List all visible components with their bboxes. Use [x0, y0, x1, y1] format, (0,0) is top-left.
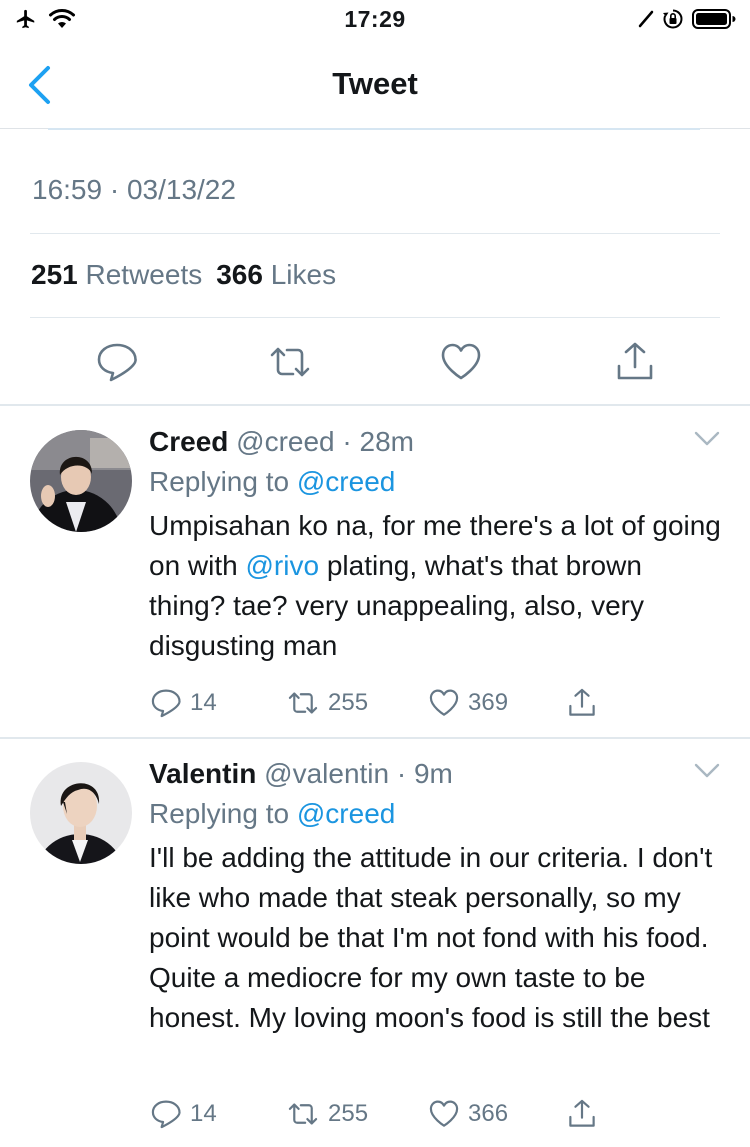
user-handle[interactable]: @creed — [236, 426, 334, 457]
retweet-count: 255 — [328, 1100, 369, 1127]
likes-count: 366 — [216, 259, 263, 290]
divider — [30, 233, 720, 234]
like-icon — [429, 1100, 459, 1127]
replying-prefix: Replying to — [149, 798, 290, 829]
user-handle[interactable]: @valentin — [264, 758, 389, 789]
retweet-button[interactable]: 255 — [286, 1097, 368, 1131]
reply-header: Creed @creed · 28m — [149, 426, 414, 458]
tweet-action-bar — [0, 340, 750, 384]
like-button[interactable]: 366 — [428, 1097, 508, 1131]
mention-link[interactable]: @rivo — [246, 550, 320, 581]
reply-text: Umpisahan ko na, for me there's a lot of… — [149, 506, 724, 666]
share-icon — [569, 1099, 595, 1127]
orientation-lock-icon — [663, 9, 683, 29]
reply-header: Valentin @valentin · 9m — [149, 758, 453, 790]
reply-icon — [151, 1100, 181, 1129]
share-button[interactable] — [566, 686, 598, 720]
battery-icon — [692, 9, 736, 29]
retweet-button[interactable]: 255 — [286, 686, 368, 720]
retweets-stat[interactable]: 251 Retweets — [31, 259, 202, 290]
retweet-icon[interactable] — [268, 340, 312, 384]
reply-button[interactable]: 14 — [150, 686, 217, 720]
reply-time: · 28m — [342, 426, 414, 457]
retweet-icon — [288, 692, 318, 714]
reply-count: 14 — [190, 1100, 217, 1127]
status-bar: 17:29 — [0, 0, 750, 40]
reply-time: · 9m — [396, 758, 453, 789]
retweet-count: 255 — [328, 689, 369, 716]
like-count: 369 — [468, 689, 509, 716]
reply-tweet[interactable]: Creed @creed · 28m Replying to @creed Um… — [0, 426, 750, 726]
display-name[interactable]: Valentin — [149, 758, 256, 789]
reply-icon[interactable] — [95, 340, 139, 384]
display-name[interactable]: Creed — [149, 426, 228, 457]
section-divider — [0, 404, 750, 406]
chevron-down-icon[interactable] — [694, 430, 720, 448]
likes-label: Likes — [270, 259, 337, 290]
reply-text-part: I'll be adding the attitude in our crite… — [149, 842, 713, 1033]
share-button[interactable] — [566, 1097, 598, 1131]
reply-button[interactable]: 14 — [150, 1097, 217, 1131]
likes-stat[interactable]: 366 Likes — [216, 259, 336, 290]
tweet-timestamp: 16:59 · 03/13/22 — [32, 174, 236, 205]
replying-prefix: Replying to — [149, 466, 290, 497]
section-divider — [0, 737, 750, 739]
retweet-icon — [288, 1103, 318, 1125]
reply-tweet[interactable]: Valentin @valentin · 9m Replying to @cre… — [0, 758, 750, 1147]
share-icon — [569, 688, 595, 716]
avatar[interactable] — [30, 430, 132, 532]
reply-text: I'll be adding the attitude in our crite… — [149, 838, 724, 1038]
like-count: 366 — [468, 1100, 509, 1127]
like-icon — [429, 689, 459, 716]
replying-to-link[interactable]: @creed — [297, 798, 395, 829]
like-button[interactable]: 369 — [428, 686, 508, 720]
share-icon[interactable] — [613, 340, 657, 384]
like-icon[interactable] — [439, 340, 483, 384]
page-title: Tweet — [332, 66, 418, 101]
avatar[interactable] — [30, 762, 132, 864]
tweet-stats: 251 Retweets 366 Likes — [31, 259, 336, 291]
navigation-bar: Tweet — [0, 40, 750, 129]
retweets-count: 251 — [31, 259, 78, 290]
tweet-media-edge — [48, 128, 700, 130]
reply-action-bar: 14 255 369 — [150, 686, 610, 720]
reply-count: 14 — [190, 689, 217, 716]
replying-to: Replying to @creed — [149, 466, 395, 498]
reply-action-bar: 14 255 366 — [150, 1097, 610, 1131]
replying-to: Replying to @creed — [149, 798, 395, 830]
retweets-label: Retweets — [85, 259, 203, 290]
replying-to-link[interactable]: @creed — [297, 466, 395, 497]
reply-icon — [151, 689, 181, 718]
location-arrow-icon — [638, 10, 654, 28]
divider — [30, 317, 720, 318]
chevron-down-icon[interactable] — [694, 762, 720, 780]
